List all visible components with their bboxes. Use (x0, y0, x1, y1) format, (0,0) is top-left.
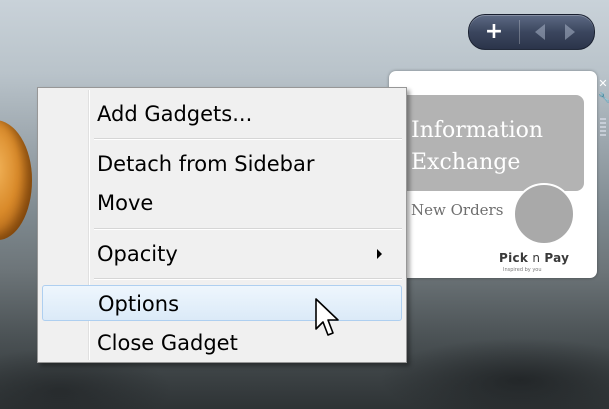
wrench-icon[interactable]: 🔧 (598, 93, 609, 105)
order-count-circle (513, 183, 575, 245)
gadget-logo: Pick n Pay (499, 251, 569, 265)
menu-item-move[interactable]: Move (42, 185, 402, 221)
menu-item-detach-from-sidebar[interactable]: Detach from Sidebar (42, 146, 402, 182)
menu-separator (94, 278, 402, 280)
control-separator (519, 20, 520, 44)
information-exchange-gadget[interactable]: Information Exchange New Orders Pick n P… (389, 71, 597, 278)
menu-item-opacity[interactable]: Opacity (42, 236, 402, 272)
menu-item-close-gadget[interactable]: Close Gadget (42, 325, 402, 361)
mouse-pointer-icon (315, 298, 339, 336)
gadget-subtitle: New Orders (411, 201, 504, 219)
gadget-title: Information Exchange (411, 118, 544, 175)
context-menu: Add Gadgets... Detach from Sidebar Move … (37, 87, 407, 363)
gadget-tagline: Inspired by you (503, 267, 542, 273)
menu-item-label: Opacity (97, 242, 178, 266)
chevron-right-icon[interactable] (565, 24, 575, 40)
sidebar-control-bar: + (468, 14, 595, 50)
wallpaper-rock (0, 120, 32, 240)
logo-part-n: n (532, 251, 541, 265)
logo-part-pick: Pick (499, 251, 529, 265)
menu-separator (94, 138, 402, 140)
plus-icon[interactable]: + (479, 17, 509, 47)
chevron-left-icon[interactable] (535, 24, 545, 40)
menu-item-label: Detach from Sidebar (97, 152, 315, 176)
close-icon[interactable]: ✕ (598, 78, 608, 90)
menu-item-label: Options (98, 292, 180, 316)
submenu-arrow-icon (377, 249, 382, 259)
menu-item-label: Close Gadget (97, 331, 238, 355)
menu-item-label: Move (97, 191, 154, 215)
gadget-header: Information Exchange (389, 95, 584, 191)
menu-item-add-gadgets[interactable]: Add Gadgets... (42, 96, 402, 132)
menu-item-label: Add Gadgets... (97, 102, 253, 126)
logo-part-pay: Pay (544, 251, 570, 265)
menu-separator (94, 228, 402, 230)
drag-handle-icon[interactable] (600, 118, 606, 138)
menu-item-options[interactable]: Options (42, 285, 402, 321)
